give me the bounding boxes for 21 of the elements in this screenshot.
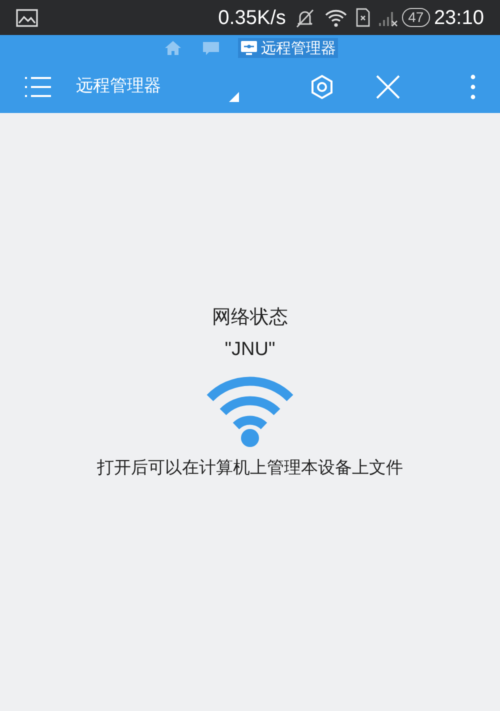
- image-icon: [16, 8, 38, 26]
- status-heading: 网络状态: [212, 305, 288, 330]
- close-button[interactable]: [375, 74, 401, 100]
- window-icon: [202, 40, 220, 56]
- more-options-button[interactable]: [470, 74, 476, 100]
- network-name: "JNU": [224, 338, 276, 362]
- battery-level: 47: [402, 8, 430, 27]
- monitor-icon: [240, 40, 258, 56]
- toolbar-title: 远程管理器: [76, 75, 161, 98]
- breadcrumb-tab[interactable]: [200, 40, 222, 56]
- network-speed: 0.35K/s: [218, 6, 286, 30]
- wifi-icon: [324, 8, 348, 28]
- hint-text: 打开后可以在计算机上管理本设备上文件: [97, 457, 403, 480]
- menu-button[interactable]: [24, 76, 52, 98]
- breadcrumb-tab[interactable]: 远程管理器: [238, 38, 338, 58]
- mute-icon: [294, 8, 316, 28]
- clock-time: 23:10: [434, 6, 484, 30]
- settings-button[interactable]: [309, 74, 335, 100]
- dropdown-corner-icon[interactable]: [229, 92, 239, 102]
- sim-icon: [356, 8, 370, 27]
- home-icon: [164, 40, 182, 56]
